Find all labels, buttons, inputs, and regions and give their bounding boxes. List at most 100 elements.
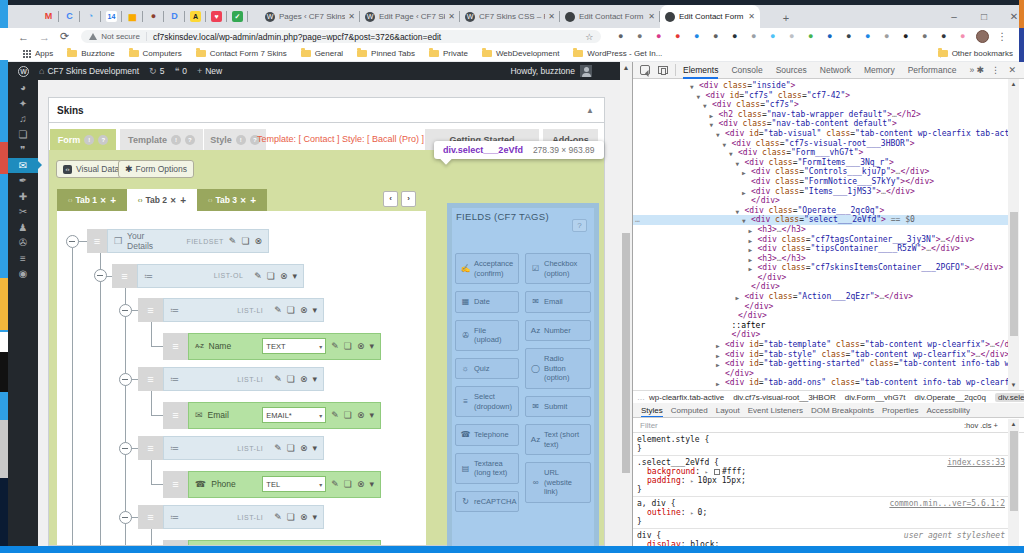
dom-node[interactable]: <div class="cf7s">▼ xyxy=(633,100,1009,110)
duplicate-icon[interactable]: ❏ xyxy=(344,479,352,489)
tree-row-phone[interactable]: ☎PhoneTEL▾✎❏⊗▾ xyxy=(188,471,381,498)
chevron-down-icon[interactable]: ▾ xyxy=(312,305,317,315)
sidebar-item-appearance[interactable]: ✂ xyxy=(8,204,38,220)
field-button-select-dropdown-[interactable]: ≡Select (dropdown) xyxy=(455,386,519,417)
bookmark-item[interactable]: Buzztone xyxy=(67,49,114,58)
field-button-url-website-link-[interactable]: ∞URL (website link) xyxy=(525,462,591,503)
url-text[interactable]: cf7skinsdev.local/wp-admin/admin.php?pag… xyxy=(153,32,579,42)
bookmark-star-icon[interactable]: ☆ xyxy=(585,32,593,42)
browser-tab[interactable]: WCF7 Skins CSS – Folders & Fil✕ xyxy=(460,5,560,28)
delete-icon[interactable]: ⊗ xyxy=(300,443,308,453)
wp-logo-icon[interactable]: W xyxy=(18,66,29,77)
extension-icon[interactable]: ● xyxy=(744,32,763,41)
tree-row-list-li[interactable]: ≔LIST-LI✎❏⊗▾ xyxy=(163,298,324,322)
drag-handle[interactable]: ≡ xyxy=(163,471,188,498)
css-rule[interactable]: user agent stylesheetdiv {display: block… xyxy=(633,529,1009,546)
evergreen-pinned-tab[interactable]: ✓ xyxy=(227,5,248,28)
css-rule[interactable]: element.style {} xyxy=(633,433,1009,456)
help-button[interactable]: ? xyxy=(572,219,587,232)
delete-icon[interactable]: ⊗ xyxy=(300,305,308,315)
devtools-close-icon[interactable]: ✕ xyxy=(1008,65,1016,75)
close-tab-icon[interactable]: ✕ xyxy=(170,196,176,205)
styles-tab-layout[interactable]: Layout xyxy=(716,403,740,418)
close-tab-icon[interactable]: ✕ xyxy=(548,12,555,21)
tree-row-list-li[interactable]: ≔LIST-LI✎❏⊗▾ xyxy=(163,436,324,460)
type-dropdown[interactable]: TEL▾ xyxy=(262,476,326,492)
extension-icon[interactable]: ● xyxy=(820,32,839,41)
dom-node[interactable]: </div> xyxy=(633,282,1009,292)
field-button-text-short-text-[interactable]: AzText (short text) xyxy=(525,424,591,455)
browser-tab[interactable]: WPages ‹ CF7 Skins Team — Wo✕ xyxy=(260,5,360,28)
breadcrumb-item[interactable]: div.Form__vhG7t xyxy=(845,393,906,402)
field-button-telephone[interactable]: ☎Telephone xyxy=(455,424,519,446)
drag-handle[interactable]: ≡ xyxy=(138,436,163,460)
field-button-radio-button-option-[interactable]: ◯Radio Button (option) xyxy=(525,348,591,389)
bookmark-item[interactable]: Private xyxy=(429,49,468,58)
add-tab-icon[interactable]: + xyxy=(110,195,116,206)
elements-scrollbar[interactable]: ▲ ▼ xyxy=(1008,79,1019,390)
dom-node[interactable]: <div id="tab-visual" class="tab-content … xyxy=(633,129,1009,139)
dom-node[interactable]: <div class="FormNotice___S7kYy"></div> xyxy=(633,177,1009,187)
dom-node[interactable]: <div class="cf7skinsItemsContainer___2PG… xyxy=(633,263,1009,273)
drag-handle[interactable]: ≡ xyxy=(138,505,163,529)
collapse-node-icon[interactable] xyxy=(119,304,132,317)
collapse-node-icon[interactable] xyxy=(119,511,132,524)
collapse-toggle-icon[interactable]: ▲ xyxy=(586,106,594,115)
drag-handle[interactable]: ≡ xyxy=(87,229,107,253)
dom-node[interactable]: </div> xyxy=(633,273,1009,283)
extension-icon[interactable]: ● xyxy=(896,32,915,41)
extension-icon[interactable]: ● xyxy=(668,32,687,41)
duplicate-icon[interactable]: ❏ xyxy=(287,374,295,384)
css-rule[interactable]: index.css:33.select___2eVfd {background:… xyxy=(633,456,1009,497)
edit-icon[interactable]: ✎ xyxy=(274,305,282,315)
duplicate-icon[interactable]: ❏ xyxy=(287,443,295,453)
form-tab-2[interactable]: ‹›Tab 2✕+ xyxy=(127,189,197,211)
dom-node[interactable]: <div class="cf7s-visual-root___3HBOR">▼ xyxy=(633,139,1009,149)
rule-source[interactable]: common.min...ver=5.6.1:2 xyxy=(889,499,1005,508)
dom-node[interactable]: <div id="cf7s" class="cf7-42">▼ xyxy=(633,91,1009,101)
duplicate-icon[interactable]: ❏ xyxy=(344,341,352,351)
scrollbar-thumb[interactable] xyxy=(622,233,630,473)
maximize-button[interactable]: □ xyxy=(974,8,994,26)
rule-source[interactable]: user agent stylesheet xyxy=(904,531,1005,540)
scrollbar-thumb[interactable] xyxy=(1010,212,1018,336)
drag-handle[interactable]: ≡ xyxy=(138,298,163,322)
new-menu[interactable]: +New xyxy=(197,66,222,76)
delete-icon[interactable]: ⊗ xyxy=(280,271,288,281)
chevron-down-icon[interactable]: ▾ xyxy=(312,443,317,453)
drag-handle[interactable]: ≡ xyxy=(163,402,188,429)
styles-tab-accessibility[interactable]: Accessibility xyxy=(927,403,971,418)
dom-node[interactable]: <div class="Controls___kju7p">…</div>▶ xyxy=(633,167,1009,177)
page-scrollbar[interactable]: ▲ xyxy=(620,62,632,546)
extension-icon[interactable]: ● xyxy=(706,32,725,41)
dom-node[interactable]: <div class="Action___2qEzr">…</div>▶ xyxy=(633,292,1009,302)
inspect-element-icon[interactable] xyxy=(640,65,650,75)
sphere-pinned-tab[interactable]: ● xyxy=(143,5,164,28)
dom-node[interactable]: <div id="tab-template" class="tab-conten… xyxy=(633,340,1009,350)
awesome-pinned-tab[interactable]: A xyxy=(185,5,206,28)
dom-node[interactable]: <h3>…</h3>▶ xyxy=(633,254,1009,264)
new-tab-button[interactable]: + xyxy=(778,10,794,26)
sidebar-item-users[interactable]: ♟ xyxy=(8,220,38,236)
field-button-number[interactable]: AzNumber xyxy=(525,320,591,342)
field-button-quiz[interactable]: ☼Quiz xyxy=(455,358,519,380)
delete-icon[interactable]: ⊗ xyxy=(357,410,365,420)
dom-node[interactable]: <h2 class="nav-tab-wrapper default">…</h… xyxy=(633,110,1009,120)
close-tab-icon[interactable]: ✕ xyxy=(348,12,355,21)
drag-handle[interactable]: ≡ xyxy=(112,264,137,288)
tab-nav-right[interactable]: › xyxy=(401,191,416,207)
extension-icon[interactable]: ● xyxy=(915,32,934,41)
chevron-down-icon[interactable]: ▾ xyxy=(369,341,374,351)
extension-icon[interactable]: ● xyxy=(934,32,953,41)
back-icon[interactable]: ← xyxy=(18,31,29,43)
extension-icon[interactable]: ● xyxy=(630,32,649,41)
sidebar-item-pages[interactable]: ❏ xyxy=(8,127,38,143)
chevron-down-icon[interactable]: ▾ xyxy=(369,479,374,489)
sidebar-item-dashboard[interactable]: ◕ xyxy=(8,80,38,96)
chevron-down-icon[interactable]: ▾ xyxy=(312,512,317,522)
styles-tab-properties[interactable]: Properties xyxy=(882,403,918,418)
extension-icon[interactable]: ● xyxy=(687,32,706,41)
tree-row-list-li[interactable]: ≔LIST-LI✎❏⊗▾ xyxy=(163,505,324,529)
delete-icon[interactable]: ⊗ xyxy=(357,479,365,489)
close-tab-icon[interactable]: ✕ xyxy=(748,12,755,21)
